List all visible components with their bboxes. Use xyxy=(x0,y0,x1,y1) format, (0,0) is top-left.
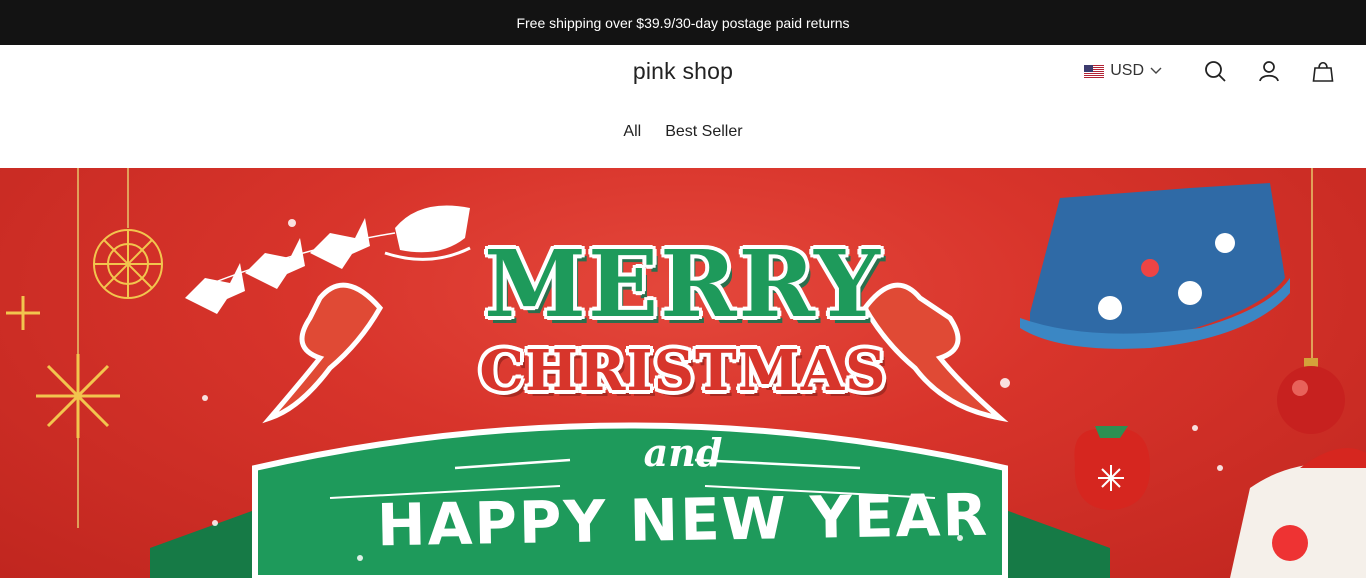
search-icon xyxy=(1205,61,1226,82)
bag-icon xyxy=(1312,61,1334,82)
banner-line-and: and xyxy=(643,430,723,475)
chevron-down-icon xyxy=(1150,67,1162,74)
search-button[interactable] xyxy=(1188,51,1242,91)
banner-line-merry: MERRY xyxy=(484,230,882,338)
nav-item-best-seller[interactable]: Best Seller xyxy=(665,123,742,141)
banner-line-christmas: CHRISTMAS xyxy=(479,338,887,404)
header-actions: USD xyxy=(1084,45,1350,97)
announcement-bar: Free shipping over $39.9/30-day postage … xyxy=(0,0,1366,45)
banner-greeting: MERRY CHRISTMAS and HAPPY NEW YEAR xyxy=(0,168,1366,578)
hero-banner[interactable]: MERRY CHRISTMAS and HAPPY NEW YEAR xyxy=(0,168,1366,578)
currency-label: USD xyxy=(1110,62,1144,79)
main-nav: All Best Seller xyxy=(0,97,1366,168)
user-icon xyxy=(1259,61,1279,82)
currency-selector[interactable]: USD xyxy=(1084,62,1162,80)
announcement-text: Free shipping over $39.9/30-day postage … xyxy=(516,14,850,31)
site-header: pink shop USD xyxy=(0,45,1366,97)
store-logo[interactable]: pink shop xyxy=(633,58,733,85)
account-button[interactable] xyxy=(1242,51,1296,91)
us-flag-icon xyxy=(1084,64,1105,78)
banner-line-happy-new-year: HAPPY NEW YEAR xyxy=(376,480,990,560)
nav-item-all[interactable]: All xyxy=(623,123,641,141)
cart-button[interactable] xyxy=(1296,51,1350,91)
